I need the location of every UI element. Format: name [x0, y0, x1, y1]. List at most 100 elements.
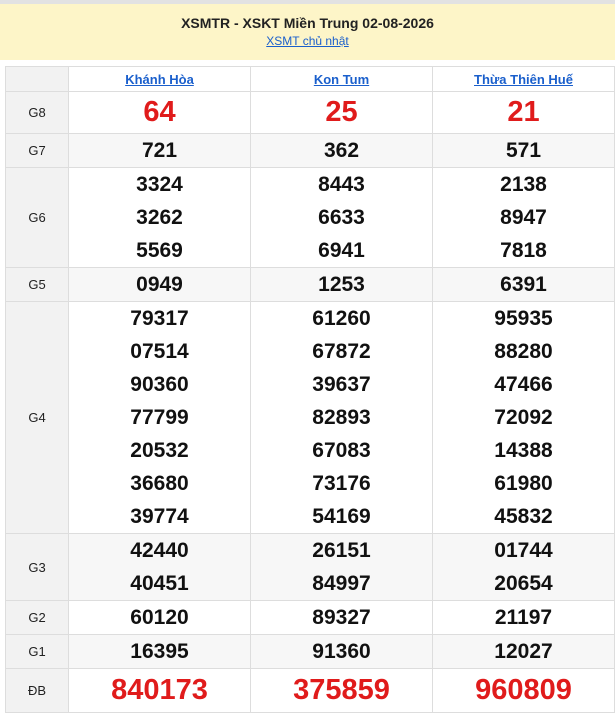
result-cell: 6391: [432, 267, 615, 302]
result-cell: 95935 88280 47466 72092 14388 61980 4583…: [432, 301, 615, 534]
result-number: 14388: [494, 439, 553, 462]
prize-row-special: ĐB 840173 375859 960809: [5, 668, 615, 713]
result-number: 36680: [130, 472, 189, 495]
prize-row-g4: G4 79317 07514 90360 77799 20532 36680 3…: [5, 301, 615, 534]
result-number: 67083: [312, 439, 371, 462]
result-number: 6633: [318, 206, 365, 229]
result-number: 12027: [494, 640, 553, 663]
result-number: 88280: [494, 340, 553, 363]
prize-row-g5: G5 0949 1253 6391: [5, 267, 615, 302]
prize-label: G3: [5, 533, 69, 601]
result-cell: 362: [250, 133, 433, 168]
result-number: 72092: [494, 406, 553, 429]
prize-label: G6: [5, 167, 69, 268]
result-number: 0949: [136, 273, 183, 296]
result-cell: 0949: [68, 267, 251, 302]
province-link[interactable]: Thừa Thiên Huế: [474, 72, 573, 87]
result-number: 721: [141, 139, 178, 162]
result-number: 84997: [312, 572, 371, 595]
result-number: 47466: [494, 373, 553, 396]
result-number: 25: [325, 96, 358, 128]
prize-row-g1: G1 16395 91360 12027: [5, 634, 615, 669]
result-number: 21197: [494, 606, 553, 629]
result-number: 39774: [130, 505, 189, 528]
result-number: 20532: [130, 439, 189, 462]
result-number: 40451: [130, 572, 189, 595]
prize-row-g8: G8 64 25 21: [5, 91, 615, 134]
prize-label: G1: [5, 634, 69, 669]
result-cell: 42440 40451: [68, 533, 251, 601]
result-cell: 8443 6633 6941: [250, 167, 433, 268]
prize-label: G8: [5, 91, 69, 134]
result-cell: 26151 84997: [250, 533, 433, 601]
result-cell: 64: [68, 91, 251, 134]
result-number: 5569: [136, 239, 183, 262]
result-number: 6941: [318, 239, 365, 262]
result-number: 61980: [494, 472, 553, 495]
result-number: 2138: [500, 173, 547, 196]
result-cell: 61260 67872 39637 82893 67083 73176 5416…: [250, 301, 433, 534]
result-number: 64: [143, 96, 176, 128]
result-cell: 16395: [68, 634, 251, 669]
prize-row-g3: G3 42440 40451 26151 84997 01744 20654: [5, 533, 615, 601]
result-cell: 12027: [432, 634, 615, 669]
prize-label: G4: [5, 301, 69, 534]
result-cell: 840173: [68, 668, 251, 713]
result-number: 67872: [312, 340, 371, 363]
province-header: Thừa Thiên Huế: [432, 66, 615, 92]
result-number: 73176: [312, 472, 371, 495]
result-number: 91360: [312, 640, 371, 663]
result-number: 54169: [312, 505, 371, 528]
result-number: 362: [323, 139, 360, 162]
result-number: 61260: [312, 307, 371, 330]
result-number: 7818: [500, 239, 547, 262]
result-number: 07514: [130, 340, 189, 363]
result-number: 90360: [130, 373, 189, 396]
result-number: 89327: [312, 606, 371, 629]
prize-row-g6: G6 3324 3262 5569 8443 6633 6941 2138 89…: [5, 167, 615, 268]
prize-label: G5: [5, 267, 69, 302]
result-cell: 375859: [250, 668, 433, 713]
page-title: XSMTR - XSKT Miền Trung 02-08-2026: [181, 15, 434, 31]
result-cell: 21: [432, 91, 615, 134]
result-number: 39637: [312, 373, 371, 396]
result-number: 42440: [130, 539, 189, 562]
result-number: 8947: [500, 206, 547, 229]
result-number: 77799: [130, 406, 189, 429]
province-header: Kon Tum: [250, 66, 433, 92]
result-number: 45832: [494, 505, 553, 528]
result-cell: 25: [250, 91, 433, 134]
result-number: 16395: [130, 640, 189, 663]
result-cell: 2138 8947 7818: [432, 167, 615, 268]
result-number: 1253: [318, 273, 365, 296]
result-number: 20654: [494, 572, 553, 595]
result-number: 6391: [500, 273, 547, 296]
result-cell: 91360: [250, 634, 433, 669]
special-number: 375859: [293, 674, 390, 706]
result-cell: 21197: [432, 600, 615, 635]
result-cell: 89327: [250, 600, 433, 635]
result-number: 82893: [312, 406, 371, 429]
special-number: 960809: [475, 674, 572, 706]
results-table: Khánh Hòa Kon Tum Thừa Thiên Huế G8 64 2…: [5, 66, 615, 713]
result-cell: 60120: [68, 600, 251, 635]
prize-label: G7: [5, 133, 69, 168]
result-number: 79317: [130, 307, 189, 330]
result-number: 95935: [494, 307, 553, 330]
province-link[interactable]: Kon Tum: [314, 72, 369, 87]
weekday-link[interactable]: XSMT chủ nhật: [266, 34, 349, 48]
result-cell: 1253: [250, 267, 433, 302]
result-number: 3324: [136, 173, 183, 196]
province-header: Khánh Hòa: [68, 66, 251, 92]
result-number: 26151: [312, 539, 371, 562]
result-cell: 3324 3262 5569: [68, 167, 251, 268]
prize-label: ĐB: [5, 668, 69, 713]
result-cell: 960809: [432, 668, 615, 713]
result-number: 3262: [136, 206, 183, 229]
result-cell: 79317 07514 90360 77799 20532 36680 3977…: [68, 301, 251, 534]
result-number: 01744: [494, 539, 553, 562]
result-cell: 571: [432, 133, 615, 168]
province-link[interactable]: Khánh Hòa: [125, 72, 194, 87]
prize-row-g7: G7 721 362 571: [5, 133, 615, 168]
result-number: 571: [505, 139, 542, 162]
